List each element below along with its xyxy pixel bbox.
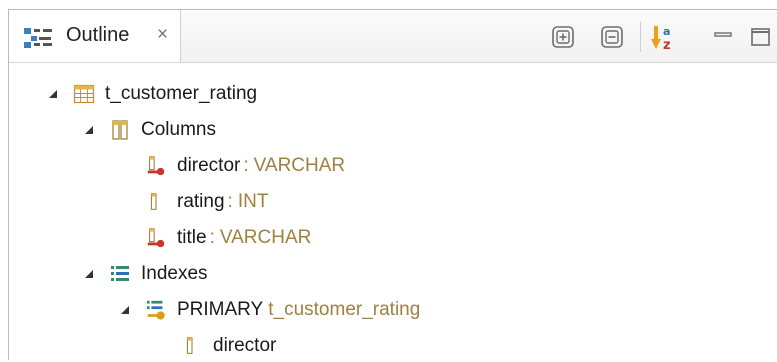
tree-node-index-primary[interactable]: PRIMARY t_customer_rating <box>117 294 420 326</box>
expand-all-icon <box>552 26 574 48</box>
index-table: t_customer_rating <box>268 299 421 320</box>
svg-text:z: z <box>663 38 671 53</box>
tree-node-column-director[interactable]: director : VARCHAR <box>145 150 345 182</box>
sort-button[interactable]: a z <box>649 23 677 53</box>
type-separator: : <box>209 227 215 248</box>
columns-label: Columns <box>141 119 216 140</box>
expanded-triangle-icon[interactable] <box>81 122 97 138</box>
expanded-triangle-icon[interactable] <box>117 302 133 318</box>
index-name: PRIMARY <box>177 299 264 320</box>
tree-node-index-column-director[interactable]: director <box>181 330 276 362</box>
expand-all-button[interactable] <box>549 23 577 51</box>
column-type: VARCHAR <box>253 155 346 176</box>
tab-outline[interactable]: Outline × <box>9 10 181 62</box>
tab-close-icon[interactable]: × <box>157 25 168 45</box>
toolbar-separator <box>640 22 641 52</box>
tree-node-columns[interactable]: Columns <box>81 114 216 146</box>
table-name: t_customer_rating <box>105 83 258 104</box>
svg-text:a: a <box>663 25 670 38</box>
tree-node-column-title[interactable]: title : VARCHAR <box>145 222 311 254</box>
columns-icon <box>109 118 131 142</box>
tab-outline-label: Outline <box>66 24 130 46</box>
type-separator: : <box>227 191 233 212</box>
tree-node-column-rating[interactable]: rating : INT <box>145 186 268 218</box>
view-tab-bar: Outline × a z <box>9 10 777 63</box>
column-name: director <box>177 155 241 176</box>
outline-icon <box>23 27 53 55</box>
column-name: title <box>177 227 207 248</box>
primary-key-column-icon <box>145 154 167 178</box>
column-icon <box>181 334 203 358</box>
table-icon <box>73 82 95 106</box>
type-separator: : <box>243 155 249 176</box>
expanded-triangle-icon[interactable] <box>45 86 61 102</box>
outline-tree: t_customer_rating Columns director: VAR… <box>9 62 777 360</box>
collapse-all-icon <box>601 26 623 48</box>
column-type: INT <box>237 191 269 212</box>
minimize-icon <box>714 32 732 37</box>
indexes-icon <box>109 262 131 286</box>
maximize-button[interactable] <box>747 23 775 51</box>
index-column-name: director <box>213 335 277 356</box>
tree-node-indexes[interactable]: Indexes <box>81 258 208 290</box>
maximize-icon <box>751 28 770 46</box>
tree-node-table[interactable]: t_customer_rating <box>45 78 257 110</box>
primary-key-column-icon <box>145 226 167 250</box>
column-icon <box>145 190 167 214</box>
sort-alphabetically-icon: a z <box>651 25 671 53</box>
minimize-button[interactable] <box>709 23 737 51</box>
collapse-all-button[interactable] <box>598 23 626 51</box>
column-type: VARCHAR <box>219 227 312 248</box>
outline-view: Outline × a z t_customer_rating Columns … <box>8 9 777 360</box>
expanded-triangle-icon[interactable] <box>81 266 97 282</box>
indexes-label: Indexes <box>141 263 208 284</box>
primary-index-icon <box>145 298 167 322</box>
column-name: rating <box>177 191 225 212</box>
